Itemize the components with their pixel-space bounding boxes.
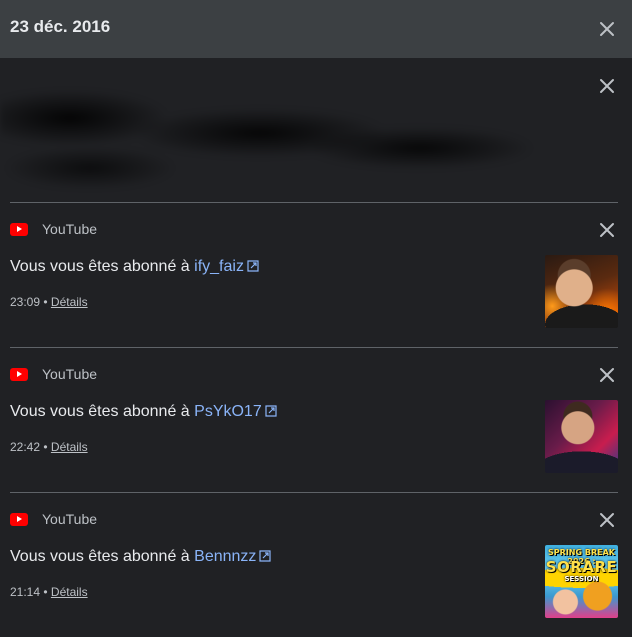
close-notification-button[interactable] [597, 365, 617, 385]
date-title: 23 déc. 2016 [10, 17, 111, 36]
message-prefix: Vous vous êtes abonné à [10, 258, 195, 275]
meta-separator: • [40, 295, 51, 309]
details-link[interactable]: Détails [51, 440, 88, 454]
notification-meta: 23:09 • Détails [10, 295, 88, 309]
channel-link[interactable]: Bennnzz [194, 548, 272, 565]
close-icon [600, 513, 614, 527]
youtube-icon [10, 367, 28, 381]
app-row: YouTube [10, 510, 97, 528]
app-row: YouTube [10, 365, 97, 383]
notification-time: 21:14 [10, 585, 41, 599]
meta-separator: • [40, 585, 51, 599]
close-notification-button[interactable] [597, 220, 617, 240]
thumbnail-text-sub: SESSION [564, 575, 599, 583]
close-icon [600, 22, 614, 36]
close-notification-button[interactable] [597, 76, 617, 96]
channel-name: Bennnzz [194, 548, 257, 565]
close-notification-button[interactable] [597, 510, 617, 530]
channel-name: PsYkO17 [194, 403, 262, 420]
close-date-group-button[interactable] [597, 19, 617, 39]
notification-time: 22:42 [10, 440, 41, 454]
redacted-notification [0, 58, 632, 202]
channel-thumbnail[interactable]: SPRING BREAK 2026 : SORARE SESSION [545, 545, 618, 618]
youtube-icon [10, 512, 28, 526]
notification-message: Vous vous êtes abonné à ify_faiz [10, 258, 259, 276]
redacted-content [0, 78, 540, 188]
external-link-icon [247, 260, 259, 272]
close-icon [600, 368, 614, 382]
notification-item: YouTube Vous vous êtes abonné à PsYkO17 … [0, 347, 632, 492]
notification-time: 23:09 [10, 295, 41, 309]
external-link-icon [259, 550, 272, 562]
channel-link[interactable]: ify_faiz [194, 258, 259, 275]
message-prefix: Vous vous êtes abonné à [10, 403, 195, 420]
app-name: YouTube [42, 221, 98, 237]
youtube-icon [10, 222, 28, 236]
channel-link[interactable]: PsYkO17 [194, 403, 277, 420]
channel-thumbnail[interactable] [545, 255, 618, 328]
app-name: YouTube [42, 511, 98, 527]
notification-message: Vous vous êtes abonné à Bennnzz [10, 548, 272, 566]
details-link[interactable]: Détails [51, 585, 88, 599]
notification-message: Vous vous êtes abonné à PsYkO17 [10, 403, 277, 421]
channel-thumbnail[interactable] [545, 400, 618, 473]
notification-item: YouTube Vous vous êtes abonné à ify_faiz… [0, 202, 632, 347]
thumbnail-text-title: SORARE [545, 558, 618, 576]
meta-separator: • [40, 440, 51, 454]
app-row: YouTube [10, 220, 97, 238]
message-prefix: Vous vous êtes abonné à [10, 548, 195, 565]
notification-meta: 21:14 • Détails [10, 585, 88, 599]
notification-item: YouTube Vous vous êtes abonné à Bennnzz … [0, 492, 632, 637]
close-icon [600, 79, 614, 93]
close-icon [600, 223, 614, 237]
app-name: YouTube [42, 366, 98, 382]
date-header: 23 déc. 2016 [0, 0, 632, 58]
details-link[interactable]: Détails [51, 295, 88, 309]
channel-name: ify_faiz [194, 258, 244, 275]
external-link-icon [265, 405, 277, 417]
notification-meta: 22:42 • Détails [10, 440, 88, 454]
